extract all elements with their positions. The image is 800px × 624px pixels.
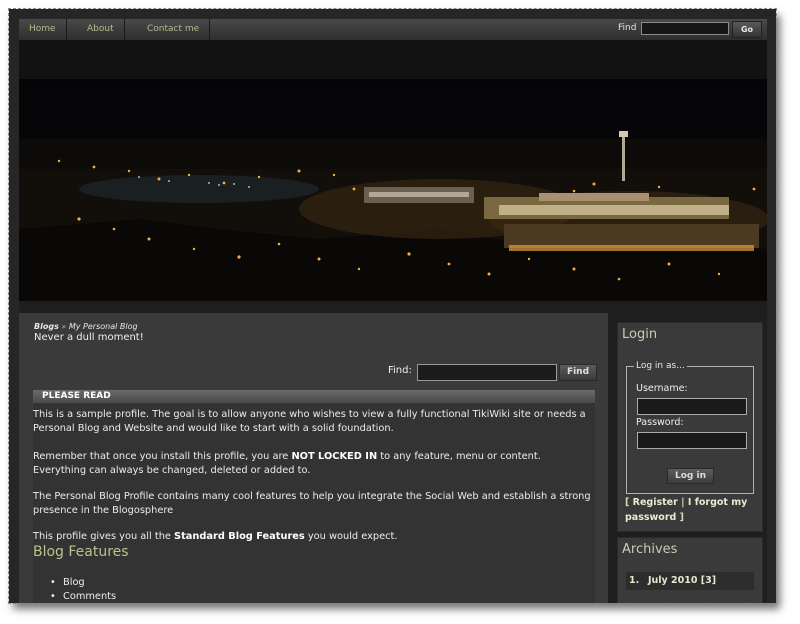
screenshot-frame: Home About Contact me Find Go Blogs » My… bbox=[8, 8, 777, 604]
main-content: Blogs » My Personal Blog Never a dull mo… bbox=[19, 313, 608, 603]
username-label: Username: bbox=[636, 383, 688, 394]
please-read-heading: PLEASE READ bbox=[33, 390, 595, 403]
login-fieldset: Log in as... Username: Password: Log in bbox=[626, 361, 754, 494]
go-button[interactable]: Go bbox=[732, 21, 762, 38]
blog-search-input[interactable] bbox=[417, 364, 557, 381]
standard-blog-features-text: Standard Blog Features bbox=[174, 531, 305, 542]
breadcrumb-separator: » bbox=[61, 322, 67, 331]
login-legend: Log in as... bbox=[634, 361, 687, 371]
blog-tagline: Never a dull moment! bbox=[34, 332, 144, 343]
list-item: 1. July 2010 [3] bbox=[626, 572, 754, 590]
not-locked-in-text: NOT LOCKED IN bbox=[291, 451, 378, 462]
archive-number: 1. bbox=[629, 575, 640, 586]
nav-about[interactable]: About bbox=[77, 19, 125, 40]
blog-features-list: Blog Comments bbox=[47, 576, 116, 603]
top-find-label: Find bbox=[618, 23, 637, 33]
nav-home[interactable]: Home bbox=[19, 19, 67, 40]
intro-paragraph: This is a sample profile. The goal is to… bbox=[33, 409, 586, 434]
password-label: Password: bbox=[636, 417, 684, 428]
archives-module: Archives 1. July 2010 [3] bbox=[617, 537, 763, 603]
list-item: Comments bbox=[47, 590, 116, 603]
archive-link-july-2010[interactable]: July 2010 [3] bbox=[648, 572, 716, 590]
register-links: [ Register | I forgot my password ] bbox=[625, 497, 748, 523]
archives-title: Archives bbox=[622, 542, 678, 557]
username-field[interactable] bbox=[637, 398, 747, 415]
password-field[interactable] bbox=[637, 432, 747, 449]
header-banner-image bbox=[19, 79, 767, 301]
page: Home About Contact me Find Go Blogs » My… bbox=[19, 19, 767, 603]
breadcrumb-current[interactable]: My Personal Blog bbox=[69, 322, 138, 331]
standard-features-paragraph: This profile gives you all the Standard … bbox=[33, 531, 398, 542]
not-locked-paragraph: Remember that once you install this prof… bbox=[33, 451, 541, 476]
blog-find-label: Find: bbox=[388, 365, 412, 376]
top-nav-bar: Home About Contact me Find Go bbox=[19, 19, 767, 41]
please-read-box: PLEASE READ This is a sample profile. Th… bbox=[33, 390, 595, 603]
top-search-input[interactable] bbox=[641, 22, 729, 35]
blog-find-button[interactable]: Find bbox=[559, 364, 597, 381]
breadcrumb-blogs[interactable]: Blogs bbox=[34, 322, 59, 331]
breadcrumb: Blogs » My Personal Blog bbox=[34, 322, 138, 331]
register-link[interactable]: Register bbox=[633, 497, 678, 508]
login-title: Login bbox=[622, 327, 658, 342]
nav-contact[interactable]: Contact me bbox=[137, 19, 211, 40]
login-module: Login Log in as... Username: Password: L… bbox=[617, 322, 763, 532]
login-button[interactable]: Log in bbox=[667, 468, 714, 484]
list-item: Blog bbox=[47, 576, 116, 590]
blog-features-heading: Blog Features bbox=[33, 544, 129, 560]
header-band bbox=[19, 41, 767, 79]
social-web-paragraph: The Personal Blog Profile contains many … bbox=[33, 491, 591, 516]
